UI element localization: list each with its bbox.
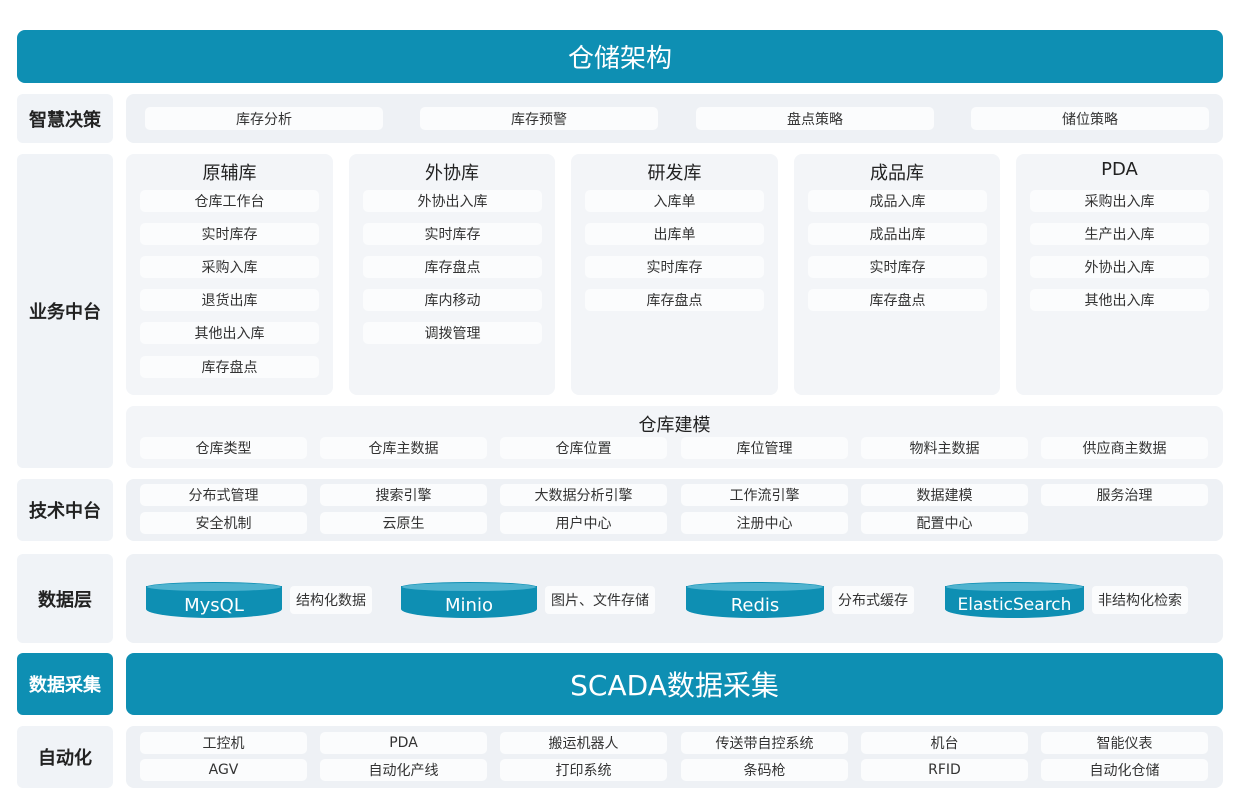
data-store-mysql: MysQL 结构化数据 <box>146 582 372 618</box>
column-item: 外协出入库 <box>363 190 542 212</box>
column-item: 成品出库 <box>808 223 987 245</box>
scada-banner: SCADA数据采集 <box>126 653 1223 715</box>
modeling-item: 仓库位置 <box>500 437 667 459</box>
column-item: 采购出入库 <box>1030 190 1209 212</box>
column-item: 实时库存 <box>808 256 987 278</box>
automation-item: 传送带自控系统 <box>681 732 848 754</box>
column-title: 研发库 <box>647 163 702 184</box>
data-store-name: Redis <box>730 594 780 616</box>
tech-item: 工作流引擎 <box>681 484 848 506</box>
tech-item: 注册中心 <box>681 512 848 534</box>
column-item: 其他出入库 <box>140 322 319 344</box>
row-label-business: 业务中台 <box>17 154 113 468</box>
automation-item: AGV <box>140 759 307 781</box>
database-icon: Minio <box>401 582 537 618</box>
tech-item: 服务治理 <box>1041 484 1208 506</box>
row-label-automation: 自动化 <box>17 726 113 788</box>
column-item: 库存盘点 <box>808 289 987 311</box>
column-title: 外协库 <box>425 163 479 184</box>
row-label-collection: 数据采集 <box>17 653 113 715</box>
tech-item: 大数据分析引擎 <box>500 484 667 506</box>
column-item: 实时库存 <box>363 223 542 245</box>
automation-item: 自动化仓储 <box>1041 759 1208 781</box>
tech-item: 安全机制 <box>140 512 307 534</box>
tech-item: 分布式管理 <box>140 484 307 506</box>
modeling-title: 仓库建模 <box>638 415 711 436</box>
tech-item: 配置中心 <box>861 512 1028 534</box>
automation-item: 工控机 <box>140 732 307 754</box>
scada-title: SCADA数据采集 <box>570 669 779 702</box>
column-item: 实时库存 <box>140 223 319 245</box>
column-item: 退货出库 <box>140 289 319 311</box>
data-store-name: MysQL <box>184 594 244 616</box>
collection-label-text: 数据采集 <box>29 675 101 696</box>
decision-item: 库存分析 <box>145 107 383 130</box>
modeling-item: 物料主数据 <box>861 437 1028 459</box>
column-item: 实时库存 <box>585 256 764 278</box>
automation-item: PDA <box>320 732 487 754</box>
column-item: 生产出入库 <box>1030 223 1209 245</box>
column-item: 库内移动 <box>363 289 542 311</box>
row-label-data: 数据层 <box>17 554 113 643</box>
column-item: 成品入库 <box>808 190 987 212</box>
row-label-tech: 技术中台 <box>17 479 113 541</box>
column-item: 库存盘点 <box>585 289 764 311</box>
modeling-item: 供应商主数据 <box>1041 437 1208 459</box>
column-item: 出库单 <box>585 223 764 245</box>
data-store-minio: Minio 图片、文件存储 <box>401 582 655 618</box>
data-store-name: ElasticSearch <box>957 595 1072 615</box>
automation-item: 打印系统 <box>500 759 667 781</box>
column-item: 其他出入库 <box>1030 289 1209 311</box>
decision-item: 库存预警 <box>420 107 658 130</box>
tech-item: 云原生 <box>320 512 487 534</box>
decision-item: 盘点策略 <box>696 107 934 130</box>
page-title: 仓储架构 <box>567 44 672 74</box>
automation-item: 条码枪 <box>681 759 848 781</box>
title-banner: 仓储架构 <box>17 30 1223 83</box>
database-icon: MysQL <box>146 582 282 618</box>
automation-item: 智能仪表 <box>1041 732 1208 754</box>
modeling-item: 仓库类型 <box>140 437 307 459</box>
data-store-redis: Redis 分布式缓存 <box>686 582 914 618</box>
data-store-desc: 非结构化检索 <box>1092 586 1188 614</box>
data-store-desc: 分布式缓存 <box>832 586 914 614</box>
tech-item: 搜索引擎 <box>320 484 487 506</box>
data-store-name: Minio <box>445 594 493 616</box>
decision-item: 储位策略 <box>971 107 1209 130</box>
database-icon: ElasticSearch <box>945 582 1084 618</box>
automation-item: 机台 <box>861 732 1028 754</box>
column-item: 外协出入库 <box>1030 256 1209 278</box>
column-item: 入库单 <box>585 190 764 212</box>
column-title: PDA <box>1101 159 1138 180</box>
automation-item: 自动化产线 <box>320 759 487 781</box>
automation-item: 搬运机器人 <box>500 732 667 754</box>
tech-item: 数据建模 <box>861 484 1028 506</box>
column-title: 成品库 <box>870 163 924 184</box>
data-store-desc: 结构化数据 <box>290 586 372 614</box>
tech-item: 用户中心 <box>500 512 667 534</box>
database-icon: Redis <box>686 582 824 618</box>
column-title: 原辅库 <box>202 163 257 184</box>
column-item: 库存盘点 <box>140 356 319 378</box>
automation-item: RFID <box>861 759 1028 781</box>
row-label-decision: 智慧决策 <box>17 94 113 143</box>
column-item: 仓库工作台 <box>140 190 319 212</box>
data-store-elasticsearch: ElasticSearch 非结构化检索 <box>945 582 1188 618</box>
column-item: 采购入库 <box>140 256 319 278</box>
modeling-item: 库位管理 <box>681 437 848 459</box>
column-item: 库存盘点 <box>363 256 542 278</box>
modeling-item: 仓库主数据 <box>320 437 487 459</box>
data-store-desc: 图片、文件存储 <box>545 586 655 614</box>
column-item: 调拨管理 <box>363 322 542 344</box>
